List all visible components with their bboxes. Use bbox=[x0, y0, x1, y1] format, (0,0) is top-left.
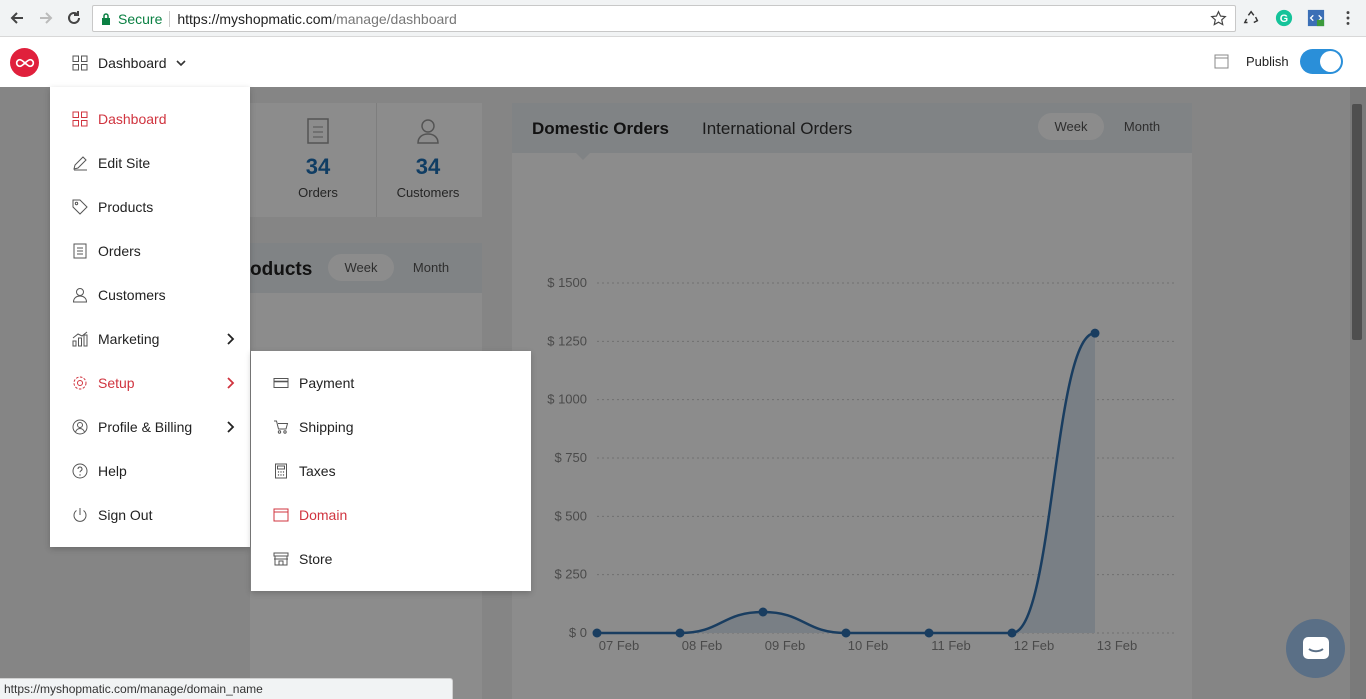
menu-item-label: Setup bbox=[98, 375, 135, 391]
menu-item-label: Help bbox=[98, 463, 127, 479]
dashboard-menu-label: Dashboard bbox=[98, 55, 167, 71]
profile-icon bbox=[72, 419, 88, 435]
scrollbar-thumb[interactable] bbox=[1352, 104, 1362, 340]
chevron-down-icon bbox=[175, 60, 186, 67]
pencil-icon bbox=[73, 156, 87, 171]
chevron-right-icon bbox=[227, 377, 235, 389]
menu-item-profile-billing[interactable]: Profile & Billing bbox=[50, 405, 250, 449]
submenu-item-label: Domain bbox=[299, 507, 348, 523]
reload-button[interactable] bbox=[62, 6, 86, 30]
menu-item-label: Products bbox=[98, 199, 154, 215]
menu-item-edit-site[interactable]: Edit Site bbox=[50, 141, 250, 185]
marketing-icon bbox=[72, 331, 88, 347]
menu-item-setup[interactable]: Setup bbox=[50, 361, 250, 405]
submenu-item-label: Store bbox=[299, 551, 333, 567]
menu-item-label: Orders bbox=[98, 243, 141, 259]
chat-icon bbox=[1302, 636, 1329, 659]
forward-button[interactable] bbox=[34, 6, 58, 30]
power-icon bbox=[73, 508, 87, 522]
toggle-knob bbox=[1320, 51, 1341, 72]
submenu-item-domain[interactable]: Domain bbox=[251, 493, 531, 537]
chevron-right-icon bbox=[227, 421, 235, 433]
browser-toolbar: Secure https://myshopmatic.com/manage/da… bbox=[0, 0, 1366, 37]
submenu-item-shipping[interactable]: Shipping bbox=[251, 405, 531, 449]
dashboard-icon bbox=[72, 55, 88, 71]
cart-icon bbox=[274, 420, 289, 434]
orders-icon bbox=[73, 243, 87, 259]
customer-icon bbox=[72, 288, 88, 303]
grammarly-extension-icon[interactable]: G bbox=[1274, 8, 1294, 28]
menu-item-orders[interactable]: Orders bbox=[50, 229, 250, 273]
gear-icon bbox=[73, 376, 87, 390]
dashboard-menu-button[interactable]: Dashboard bbox=[72, 52, 187, 74]
menu-item-customers[interactable]: Customers bbox=[50, 273, 250, 317]
menu-item-label: Marketing bbox=[98, 331, 160, 347]
submenu-item-payment[interactable]: Payment bbox=[251, 361, 531, 405]
submenu-item-store[interactable]: Store bbox=[251, 537, 531, 581]
url-host: https://myshopmatic.com bbox=[177, 10, 333, 27]
menu-item-help[interactable]: Help bbox=[50, 449, 250, 493]
reload-icon bbox=[68, 11, 80, 24]
browser-menu-icon[interactable] bbox=[1338, 8, 1358, 28]
chat-launcher-button[interactable] bbox=[1286, 619, 1345, 678]
menu-item-label: Profile & Billing bbox=[98, 419, 193, 435]
link-status-bar: https://myshopmatic.com/manage/domain_na… bbox=[0, 678, 453, 699]
menu-item-label: Customers bbox=[98, 287, 166, 303]
tag-icon bbox=[72, 199, 88, 215]
svg-text:G: G bbox=[1280, 13, 1288, 25]
address-bar[interactable]: Secure https://myshopmatic.com/manage/da… bbox=[92, 5, 1236, 32]
dashboard-icon bbox=[72, 111, 88, 127]
submenu-item-taxes[interactable]: Taxes bbox=[251, 449, 531, 493]
menu-item-label: Edit Site bbox=[98, 155, 151, 171]
preview-window-icon[interactable] bbox=[1214, 54, 1229, 69]
submenu-item-label: Taxes bbox=[299, 463, 336, 479]
infinity-logo-icon[interactable] bbox=[10, 48, 39, 77]
help-icon bbox=[72, 463, 88, 479]
bookmark-star-icon[interactable] bbox=[1210, 10, 1227, 27]
calculator-icon bbox=[275, 463, 287, 479]
back-button[interactable] bbox=[5, 6, 29, 30]
menu-item-marketing[interactable]: Marketing bbox=[50, 317, 250, 361]
publish-label: Publish bbox=[1246, 54, 1289, 69]
menu-item-dashboard[interactable]: Dashboard bbox=[50, 97, 250, 141]
publish-toggle[interactable] bbox=[1300, 49, 1343, 74]
arrow-left-icon bbox=[10, 12, 23, 24]
code-extension-icon[interactable] bbox=[1306, 8, 1326, 28]
menu-item-sign-out[interactable]: Sign Out bbox=[50, 493, 250, 537]
recycle-extension-icon[interactable] bbox=[1242, 8, 1262, 28]
submenu-item-label: Shipping bbox=[299, 419, 354, 435]
menu-item-products[interactable]: Products bbox=[50, 185, 250, 229]
arrow-right-icon bbox=[40, 12, 53, 24]
lock-icon bbox=[102, 12, 110, 25]
menu-item-label: Dashboard bbox=[98, 111, 167, 127]
menu-item-label: Sign Out bbox=[98, 507, 153, 523]
url-path: /manage/dashboard bbox=[332, 10, 457, 27]
setup-submenu: Payment Shipping Taxes Domain Store bbox=[251, 351, 531, 591]
submenu-item-label: Payment bbox=[299, 375, 355, 391]
dashboard-dropdown-menu: Dashboard Edit Site Products Orders Cust… bbox=[50, 87, 250, 547]
secure-label: Secure bbox=[118, 10, 163, 27]
divider bbox=[169, 10, 171, 27]
chevron-right-icon bbox=[227, 333, 235, 345]
app-header: Dashboard Publish bbox=[0, 37, 1366, 87]
card-icon bbox=[273, 378, 289, 388]
store-icon bbox=[273, 552, 289, 566]
browser-window-icon bbox=[273, 508, 289, 522]
